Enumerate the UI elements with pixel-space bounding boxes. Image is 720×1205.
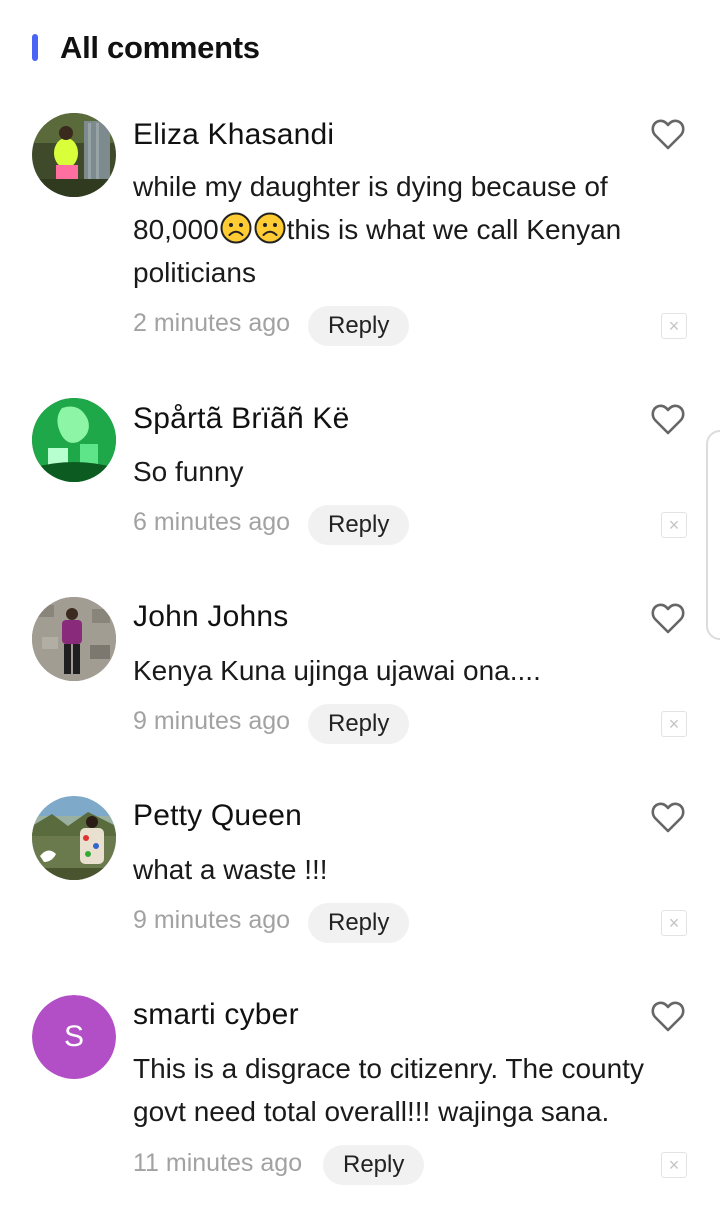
avatar[interactable] xyxy=(32,113,116,197)
heart-outline-icon xyxy=(651,1001,685,1032)
comment-timestamp: 6 minutes ago xyxy=(133,508,291,536)
heart-outline-icon xyxy=(651,802,685,833)
avatar[interactable] xyxy=(32,796,116,880)
close-icon[interactable]: × xyxy=(661,313,687,339)
heart-outline-icon xyxy=(651,404,685,435)
comment-text: while my daughter is dying because of 80… xyxy=(133,165,673,294)
like-button[interactable] xyxy=(650,800,686,834)
like-button[interactable] xyxy=(650,601,686,635)
heart-outline-icon xyxy=(651,119,685,150)
avatar[interactable] xyxy=(32,597,116,681)
heart-outline-icon xyxy=(651,603,685,634)
comment-text: what a waste !!! xyxy=(133,854,328,885)
commenter-name[interactable]: Spårtã Brïãñ Kë xyxy=(133,402,349,436)
close-icon[interactable]: × xyxy=(661,1152,687,1178)
reply-button[interactable]: Reply xyxy=(308,505,410,545)
reply-button[interactable]: Reply xyxy=(308,903,410,943)
comment-text: So funny xyxy=(133,456,244,487)
commenter-name[interactable]: smarti cyber xyxy=(133,998,299,1032)
avatar[interactable]: S xyxy=(32,995,116,1079)
comment-text: This is a disgrace to citizenry. The cou… xyxy=(133,1053,644,1127)
avatar[interactable] xyxy=(32,398,116,482)
comment-timestamp: 9 minutes ago xyxy=(133,707,291,735)
commenter-name[interactable]: Petty Queen xyxy=(133,799,302,833)
comment-text: Kenya Kuna ujinga ujawai ona.... xyxy=(133,655,541,686)
commenter-name[interactable]: Eliza Khasandi xyxy=(133,118,334,152)
frowning-face-icon xyxy=(220,212,252,244)
edge-panel-handle[interactable] xyxy=(706,430,720,640)
comments-header: All comments xyxy=(0,0,720,95)
header-accent-bar xyxy=(32,34,38,61)
close-icon[interactable]: × xyxy=(661,512,687,538)
comment-timestamp: 2 minutes ago xyxy=(133,309,291,337)
comment-timestamp: 11 minutes ago xyxy=(133,1149,303,1177)
frowning-face-icon xyxy=(254,212,286,244)
reply-button[interactable]: Reply xyxy=(308,306,410,346)
page-title: All comments xyxy=(60,30,260,65)
like-button[interactable] xyxy=(650,999,686,1033)
like-button[interactable] xyxy=(650,117,686,151)
reply-button[interactable]: Reply xyxy=(308,704,410,744)
reply-button[interactable]: Reply xyxy=(323,1145,425,1185)
like-button[interactable] xyxy=(650,402,686,436)
commenter-name[interactable]: John Johns xyxy=(133,600,288,634)
close-icon[interactable]: × xyxy=(661,711,687,737)
avatar-letter: S xyxy=(32,995,116,1079)
close-icon[interactable]: × xyxy=(661,910,687,936)
comment-timestamp: 9 minutes ago xyxy=(133,906,291,934)
comments-page: All comments Eliza Khasandi while my dau… xyxy=(0,0,720,1205)
